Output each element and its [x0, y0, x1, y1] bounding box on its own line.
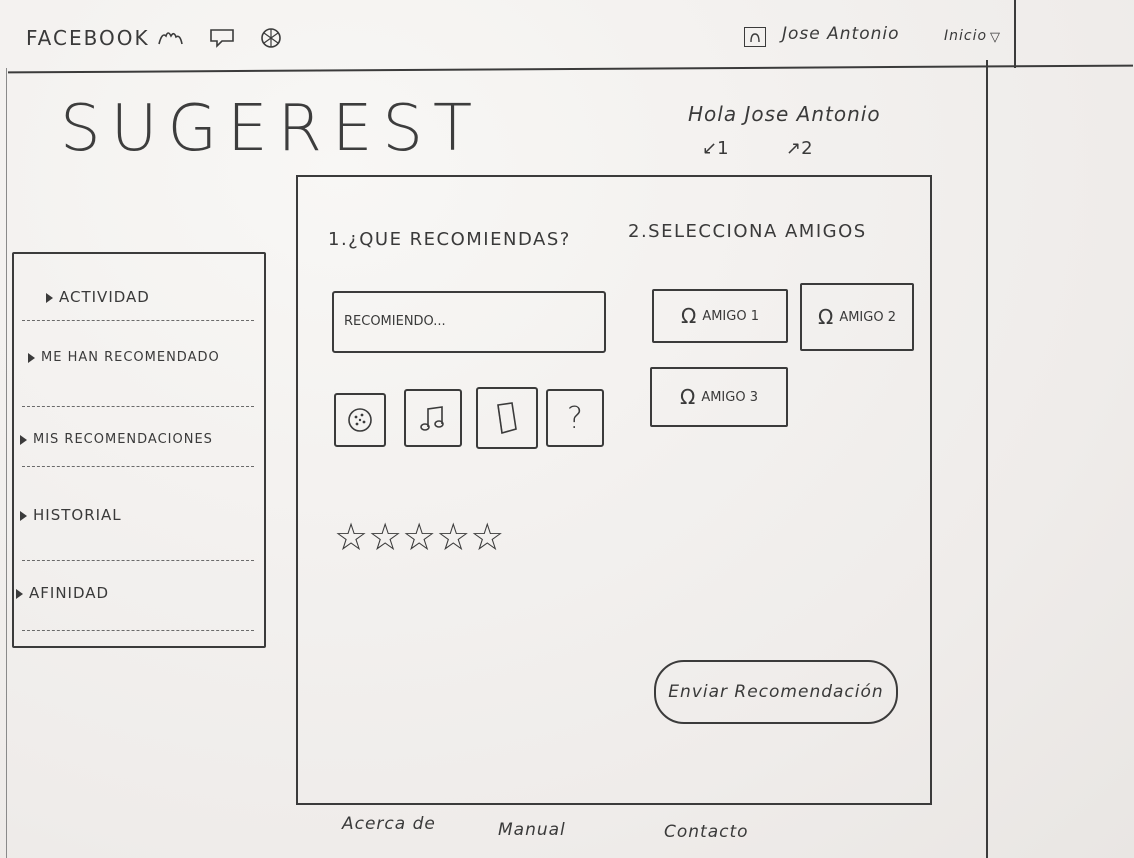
friend-label: AMIGO 3 — [701, 389, 758, 405]
bullet-icon — [16, 588, 23, 599]
sidebar-menu: ACTIVIDAD ME HAN RECOMENDADO MIS RECOMEN… — [12, 252, 266, 648]
type-other-button[interactable]: ? — [546, 389, 604, 447]
food-icon — [348, 408, 372, 432]
sidebar-divider — [22, 630, 254, 631]
sidebar-item-actividad[interactable]: ACTIVIDAD — [14, 288, 296, 306]
sidebar-divider — [22, 560, 254, 561]
user-icon: Ω — [818, 305, 834, 329]
home-link[interactable]: Inicio — [944, 28, 987, 44]
greeting-text: Hola Jose Antonio — [688, 102, 881, 126]
friend-label: AMIGO 1 — [702, 308, 759, 324]
friend-label: AMIGO 2 — [839, 309, 896, 325]
friend-amigo-1[interactable]: Ω AMIGO 1 — [652, 289, 788, 343]
friends-section-title: 2.SELECCIONA AMIGOS — [628, 221, 867, 242]
bullet-icon — [28, 352, 35, 363]
friends-icon[interactable] — [156, 26, 186, 54]
right-top-line — [1014, 0, 1016, 68]
question-icon: ? — [567, 400, 583, 436]
sidebar-item-mis-recomendaciones[interactable]: MIS RECOMENDACIONES — [14, 432, 270, 447]
sidebar-item-label: HISTORIAL — [33, 506, 122, 524]
sidebar-item-label: AFINIDAD — [29, 584, 110, 602]
music-icon — [420, 406, 444, 431]
messages-icon[interactable] — [208, 26, 236, 54]
user-icon[interactable] — [744, 27, 766, 47]
type-food-button[interactable] — [334, 393, 386, 447]
user-name-link[interactable]: Jose Antonio — [782, 24, 900, 44]
sidebar-item-afinidad[interactable]: AFINIDAD — [14, 584, 266, 602]
sidebar-item-label: MIS RECOMENDACIONES — [33, 432, 213, 447]
chevron-down-icon[interactable]: ▽ — [990, 30, 1000, 45]
rating-stars[interactable]: ☆☆☆☆☆ — [334, 515, 504, 559]
sidebar-item-me-han-recomendado[interactable]: ME HAN RECOMENDADO — [14, 350, 278, 365]
type-book-button[interactable] — [476, 387, 538, 449]
sidebar-item-label: ME HAN RECOMENDADO — [41, 350, 220, 365]
type-music-button[interactable] — [404, 389, 462, 447]
footer-link-manual[interactable]: Manual — [498, 820, 566, 840]
recommend-section-title: 1.¿QUE RECOMIENDAS? — [328, 229, 571, 250]
brand-label[interactable]: FACEBOOK — [26, 26, 150, 50]
sidebar-divider — [22, 406, 254, 407]
sidebar-divider — [22, 320, 254, 321]
globe-icon[interactable] — [258, 26, 284, 54]
friend-amigo-2[interactable]: Ω AMIGO 2 — [800, 283, 914, 351]
bullet-icon — [20, 510, 27, 521]
recommendation-panel: 1.¿QUE RECOMIENDAS? RECOMIENDO... ? ☆☆☆☆… — [296, 175, 932, 805]
sidebar-item-historial[interactable]: HISTORIAL — [14, 506, 270, 524]
sidebar-divider — [22, 466, 254, 467]
user-icon: Ω — [681, 304, 697, 328]
recommend-input[interactable]: RECOMIENDO... — [332, 291, 606, 353]
book-icon — [497, 402, 517, 435]
app-logo: SUGEREST — [60, 92, 483, 166]
bullet-icon — [46, 292, 53, 303]
step-1-marker: ↙1 — [702, 138, 729, 159]
sidebar-item-label: ACTIVIDAD — [59, 288, 150, 306]
left-edge-line — [6, 68, 7, 858]
send-recommendation-button[interactable]: Enviar Recomendación — [654, 660, 898, 724]
step-2-marker: ↗2 — [786, 138, 813, 159]
footer-link-contacto[interactable]: Contacto — [664, 822, 749, 842]
bullet-icon — [20, 434, 27, 445]
friend-amigo-3[interactable]: Ω AMIGO 3 — [650, 367, 788, 427]
footer-link-acerca-de[interactable]: Acerca de — [342, 814, 436, 834]
user-icon: Ω — [680, 385, 696, 409]
right-margin-line — [986, 60, 988, 858]
